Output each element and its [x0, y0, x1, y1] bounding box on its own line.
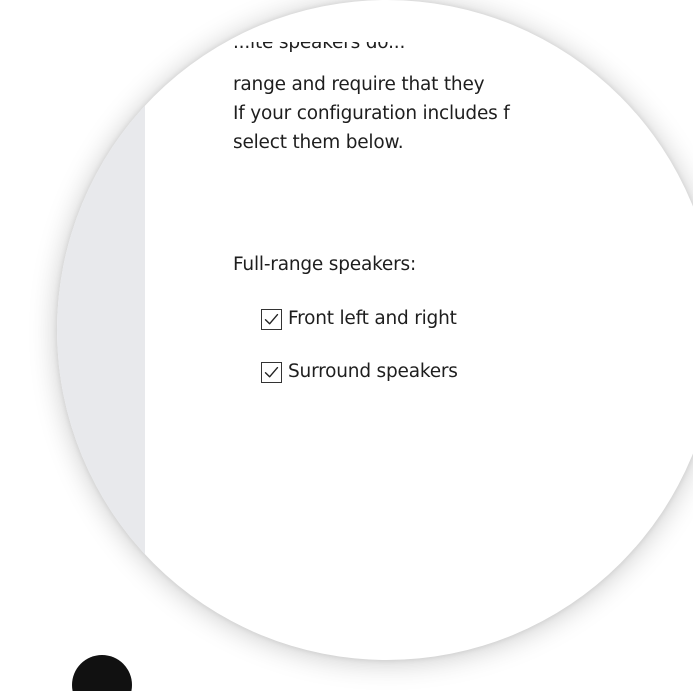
front-left-right-checkbox[interactable] [261, 308, 282, 330]
checkmark-icon [264, 366, 279, 377]
speaker-setup-page: ...ite speakers do... range and require … [233, 0, 693, 660]
surround-speakers-checkbox-row[interactable]: Surround speakers [261, 358, 458, 386]
dark-circle-decoration [72, 655, 132, 691]
description-line-3: If your configuration includes f [233, 103, 510, 124]
checkmark-icon [264, 313, 279, 324]
description-line-4: select them below. [233, 132, 404, 153]
front-left-right-label: Front left and right [288, 308, 457, 329]
description-line-1: ...ite speakers do... [233, 32, 406, 53]
description-line-2: range and require that they [233, 74, 485, 95]
front-left-right-checkbox-row[interactable]: Front left and right [261, 305, 457, 333]
surround-speakers-label: Surround speakers [288, 361, 458, 382]
surround-speakers-checkbox[interactable] [261, 361, 282, 383]
side-panel [57, 0, 145, 660]
magnified-view: ...ite speakers do... range and require … [57, 0, 693, 660]
screenshot-stage: ...ite speakers do... range and require … [0, 0, 693, 691]
full-range-speakers-heading: Full-range speakers: [233, 254, 416, 275]
